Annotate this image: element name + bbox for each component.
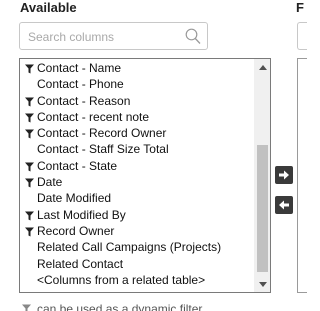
scroll-up-arrow[interactable] <box>255 59 270 75</box>
column-option-label: Last Modified By <box>37 207 126 222</box>
scroll-thumb[interactable] <box>257 145 268 272</box>
scroll-down-arrow[interactable] <box>255 276 270 292</box>
column-option-label: Contact - Phone <box>37 77 124 92</box>
column-option[interactable]: <Columns from a related table> <box>20 272 254 288</box>
column-option-label: Related Contact <box>37 256 124 271</box>
column-option[interactable]: Contact - Phone <box>20 76 254 92</box>
triangle-down-icon <box>259 281 267 287</box>
selected-heading-partial: F <box>296 0 304 15</box>
triangle-up-icon <box>259 64 267 70</box>
filter-funnel-icon <box>22 304 31 311</box>
filter-funnel-icon <box>25 64 34 74</box>
column-option[interactable]: Record Owner <box>20 223 254 239</box>
column-option-label: Date <box>37 175 63 190</box>
column-option[interactable]: Related Call Campaigns (Projects) <box>20 239 254 255</box>
filter-legend-text: can be used as a dynamic filter <box>37 302 203 311</box>
remove-column-button[interactable] <box>275 196 293 214</box>
column-option-label: Contact - recent note <box>37 109 150 124</box>
filter-funnel-icon <box>25 129 34 139</box>
column-option[interactable]: Contact - Staff Size Total <box>20 141 254 157</box>
available-heading: Available <box>20 0 77 15</box>
list-scrollbar[interactable] <box>254 59 270 292</box>
column-option[interactable]: Contact - Record Owner <box>20 125 254 141</box>
arrow-right-icon <box>279 170 289 180</box>
column-option[interactable]: Contact - State <box>20 158 254 174</box>
column-option-label: Record Owner <box>37 223 115 238</box>
magnifier-icon[interactable] <box>185 28 201 45</box>
column-option[interactable]: Contact - recent note <box>20 109 254 125</box>
column-option[interactable]: Contact - Reason <box>20 93 254 109</box>
arrow-left-icon <box>279 200 289 210</box>
filter-funnel-icon <box>25 178 34 188</box>
filter-funnel-icon <box>25 211 34 221</box>
add-column-button[interactable] <box>275 166 293 184</box>
selected-columns-list-edge[interactable] <box>297 58 307 293</box>
search-box[interactable] <box>19 22 208 50</box>
column-option-label: Date Modified <box>37 191 112 206</box>
column-option-label: Contact - State <box>37 158 118 173</box>
column-option[interactable]: Related Contact <box>20 256 254 272</box>
column-items: Contact - Name Contact - Phone Contact - R… <box>20 60 254 288</box>
column-option-label: Contact - Reason <box>37 93 131 108</box>
filter-funnel-icon <box>25 113 34 123</box>
column-option-label: Related Call Campaigns (Projects) <box>37 240 222 255</box>
available-columns-list[interactable]: Contact - Name Contact - Phone Contact - R… <box>19 58 271 293</box>
column-option[interactable]: Date Modified <box>20 190 254 206</box>
selected-search-box-edge[interactable] <box>297 22 307 50</box>
column-option[interactable]: Contact - Name <box>20 60 254 76</box>
column-option[interactable]: Date <box>20 174 254 190</box>
column-option-label: Contact - Staff Size Total <box>37 142 169 157</box>
filter-funnel-icon <box>25 227 34 237</box>
column-option[interactable]: Last Modified By <box>20 207 254 223</box>
column-option-label: Contact - Record Owner <box>37 126 167 141</box>
filter-legend: can be used as a dynamic filter <box>22 302 202 311</box>
filter-funnel-icon <box>25 162 34 172</box>
column-option-label: <Columns from a related table> <box>37 272 206 287</box>
column-option-label: Contact - Name <box>37 61 122 75</box>
filter-funnel-icon <box>25 97 34 107</box>
search-columns-input[interactable] <box>28 27 178 46</box>
